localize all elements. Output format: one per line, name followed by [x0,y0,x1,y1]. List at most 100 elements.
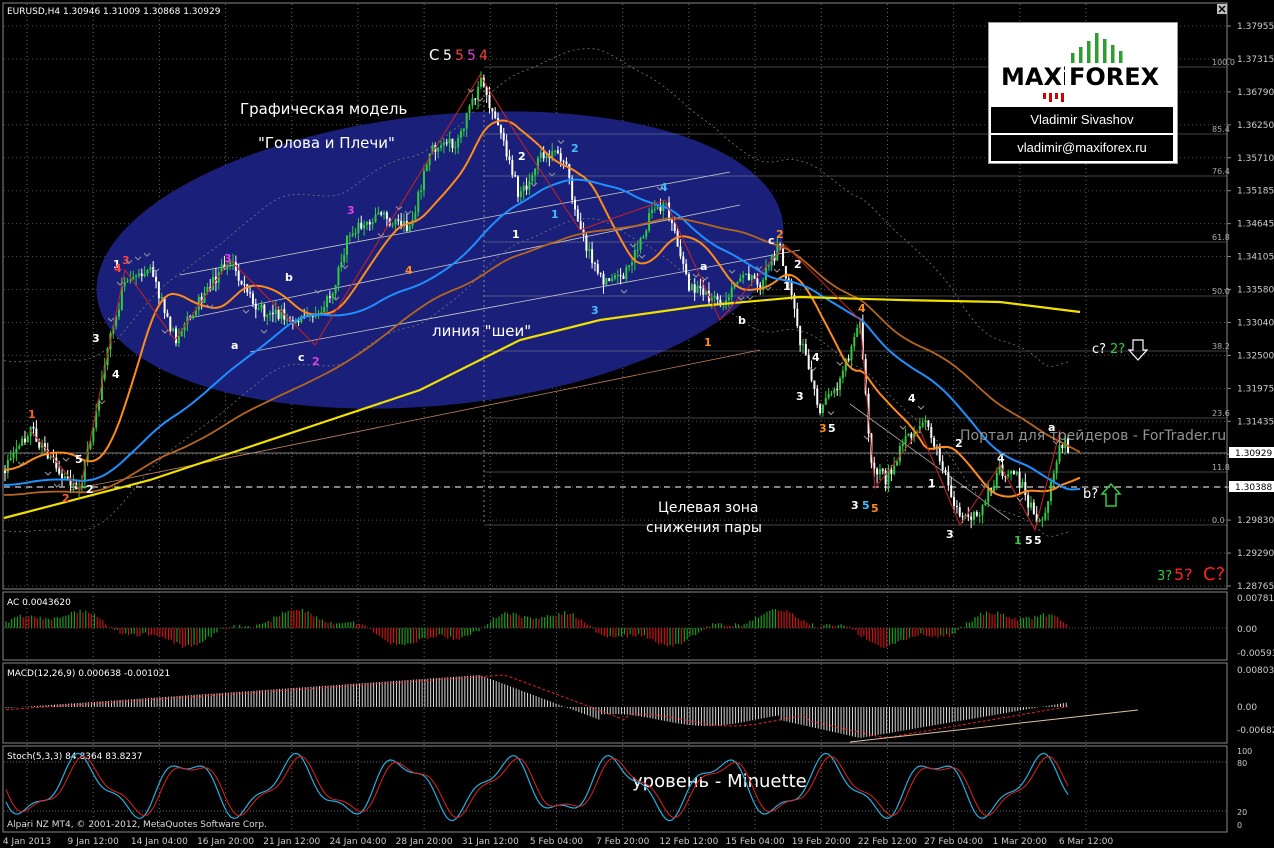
candle-body [488,94,491,109]
wave-label: 3 [92,332,100,345]
candle-body [240,280,243,285]
wave-label: 5 [75,453,83,466]
candle-body [26,436,29,443]
candle-body [736,281,739,285]
candle-body [1038,520,1041,522]
forecast-5: 5? [1174,565,1193,584]
candle-body [767,265,770,267]
fractal-arrow-icon [62,457,70,462]
candle-body [670,220,673,224]
time-tick-label: 27 Feb 04:00 [924,837,983,847]
wave-label: b [285,271,293,284]
candle-body [269,312,272,315]
candle-body [494,111,497,119]
candle-body [365,221,368,225]
wave-label: 4 [858,302,866,315]
wave-label: 3 [347,204,355,217]
candle-body [508,156,511,160]
time-tick-label: 12 Feb 12:00 [659,837,718,847]
fractal-arrow-icon [836,361,844,366]
candle-body [368,221,371,225]
current-price-label: 1.30929 [1235,449,1272,459]
candle-body [445,142,448,144]
time-tick-label: 19 Feb 20:00 [792,837,851,847]
candle-body [933,437,936,447]
candle-body [890,469,893,474]
candle-body [118,309,120,317]
stoch-signal-line [5,755,1069,819]
candle-body [23,438,26,443]
candle-body [878,469,881,475]
candle-body [742,274,745,278]
candle-body [730,287,733,298]
wave-label: 1 [704,336,712,349]
candle-body [511,159,514,176]
stoch-axis-label: 20 [1237,808,1247,817]
logo-marker [1043,93,1046,99]
time-tick-label: 6 Mar 12:00 [1059,837,1114,847]
candle-body [596,263,599,274]
neckline-label: линия "шеи" [432,322,531,340]
candle-body [824,398,827,405]
candle-body [833,389,836,394]
price-tick-label: 1.34105 [1237,253,1274,263]
candle-body [357,222,360,234]
wave-label: 1 [551,208,559,221]
candle-body [830,393,833,395]
macd-panel-frame [2,662,1228,744]
wave-label: 1 [1014,534,1022,547]
candle-body [377,212,380,215]
wave-label: 3 [796,390,804,403]
candle-body [850,346,853,361]
candle-body [457,137,460,148]
candle-body [636,249,639,251]
candle-body [263,304,266,317]
candle-body [337,267,340,286]
candle-body [408,225,411,232]
candle-body [973,512,975,520]
candle-body [397,219,400,221]
candle-body [784,265,787,279]
stoch-axis-label: 80 [1237,759,1247,768]
candle-body [6,460,9,473]
wave-label: 3 [819,422,827,435]
candle-body [420,190,423,192]
candle-body [528,181,531,190]
candle-body [599,273,602,275]
down-arrow-icon [1127,339,1149,361]
price-tick-label: 1.35710 [1237,154,1274,164]
candle-body [642,236,645,239]
candle-body [821,404,824,414]
candle-body [394,219,397,225]
candle-body [21,438,24,446]
candle-body [274,309,277,315]
maxiforex-logo: MAXi FOREX Vladimir Sivashov vladimir@ma… [988,22,1178,164]
wave-label: 4 [405,264,413,277]
candle-body [177,336,180,344]
candle-body [334,285,337,294]
candle-body [685,263,688,275]
price-tick-label: 1.28765 [1237,582,1274,592]
wave-label: c [298,351,305,364]
wave-label: 4 [660,181,668,194]
candle-body [827,393,830,399]
fractal-arrow-icon [917,405,925,410]
logo-graphic: MAXi FOREX [1001,33,1163,102]
candle-body [992,485,995,492]
candle-body [502,132,505,141]
candle-body [622,275,625,279]
wave-top-c: C [429,46,439,64]
candle-body [192,315,195,318]
logo-bar [1095,33,1099,63]
candle-body [1010,471,1013,474]
price-tick-label: 1.33580 [1237,286,1274,296]
candle-body [243,284,246,286]
candle-body [385,212,388,219]
wave-label: 2 [86,483,94,496]
candle-body [172,328,175,331]
price-tick-label: 1.31435 [1237,417,1274,427]
candle-body [688,274,690,291]
wave-label: b [738,314,746,327]
candle-body [836,389,839,391]
candle-body [539,152,542,158]
